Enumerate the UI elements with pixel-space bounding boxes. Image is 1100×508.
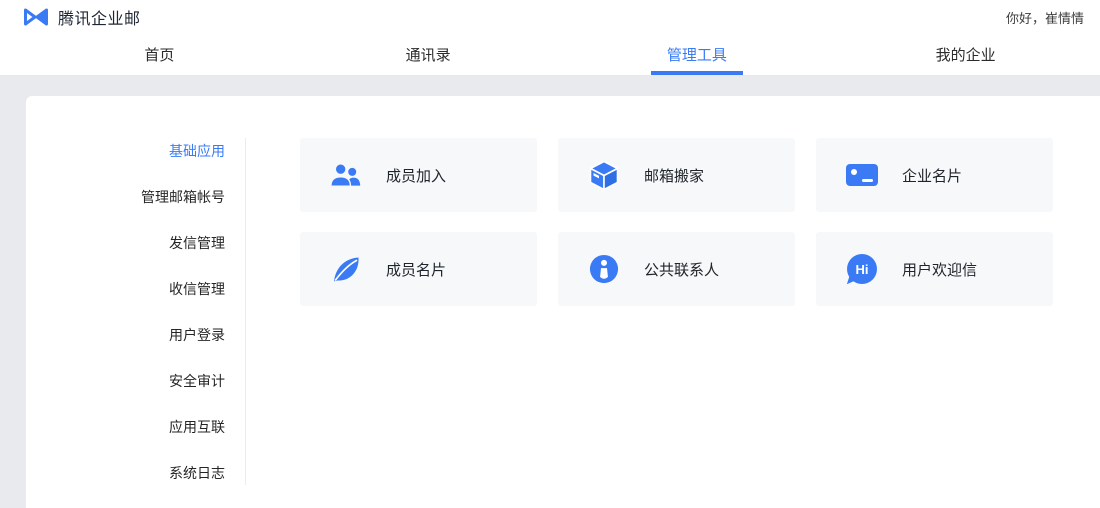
sidebar-item-outgoing-mail[interactable]: 发信管理	[26, 220, 245, 266]
sidebar-item-incoming-mail[interactable]: 收信管理	[26, 266, 245, 312]
app-title: 腾讯企业邮	[58, 5, 141, 29]
members-join-icon	[330, 159, 362, 191]
exmail-logo-icon	[22, 7, 50, 27]
sidebar-item-basic-apps[interactable]: 基础应用	[26, 128, 245, 174]
top-header: 腾讯企业邮 你好，崔情情	[0, 0, 1100, 34]
card-mailbox-migration[interactable]: 邮箱搬家	[558, 138, 795, 212]
card-label: 成员名片	[386, 259, 446, 280]
member-card-leaf-icon	[330, 253, 362, 285]
user-greeting[interactable]: 你好，崔情情	[1006, 8, 1084, 27]
app-card-grid: 成员加入 邮箱搬家 企业名片	[300, 138, 1053, 306]
card-members-join[interactable]: 成员加入	[300, 138, 537, 212]
card-label: 用户欢迎信	[902, 259, 977, 280]
card-label: 企业名片	[902, 165, 962, 186]
card-label: 公共联系人	[644, 259, 719, 280]
sidebar-item-user-login[interactable]: 用户登录	[26, 312, 245, 358]
card-welcome-letter[interactable]: Hi 用户欢迎信	[816, 232, 1053, 306]
tab-home[interactable]: 首页	[25, 34, 294, 75]
content-panel: 基础应用 管理邮箱帐号 发信管理 收信管理 用户登录 安全审计 应用互联 系统日…	[26, 96, 1100, 508]
card-member-card[interactable]: 成员名片	[300, 232, 537, 306]
tab-contacts[interactable]: 通讯录	[294, 34, 563, 75]
welcome-badge-text: Hi	[856, 262, 869, 277]
public-contacts-icon	[588, 253, 620, 285]
welcome-letter-icon: Hi	[846, 253, 878, 285]
sidebar-item-app-integration[interactable]: 应用互联	[26, 404, 245, 450]
sidebar: 基础应用 管理邮箱帐号 发信管理 收信管理 用户登录 安全审计 应用互联 系统日…	[26, 128, 245, 496]
app-logo[interactable]: 腾讯企业邮	[22, 5, 141, 29]
company-card-icon	[846, 159, 878, 191]
sidebar-item-security-audit[interactable]: 安全审计	[26, 358, 245, 404]
card-label: 邮箱搬家	[644, 165, 704, 186]
tab-my-company[interactable]: 我的企业	[831, 34, 1100, 75]
card-label: 成员加入	[386, 165, 446, 186]
card-public-contacts[interactable]: 公共联系人	[558, 232, 795, 306]
sidebar-divider	[245, 138, 246, 485]
tab-admin-tools[interactable]: 管理工具	[563, 34, 832, 75]
sidebar-item-system-log[interactable]: 系统日志	[26, 450, 245, 496]
card-company-card[interactable]: 企业名片	[816, 138, 1053, 212]
main-nav: 首页 通讯录 管理工具 我的企业	[0, 34, 1100, 76]
mailbox-migration-icon	[588, 159, 620, 191]
sidebar-item-manage-accounts[interactable]: 管理邮箱帐号	[26, 174, 245, 220]
